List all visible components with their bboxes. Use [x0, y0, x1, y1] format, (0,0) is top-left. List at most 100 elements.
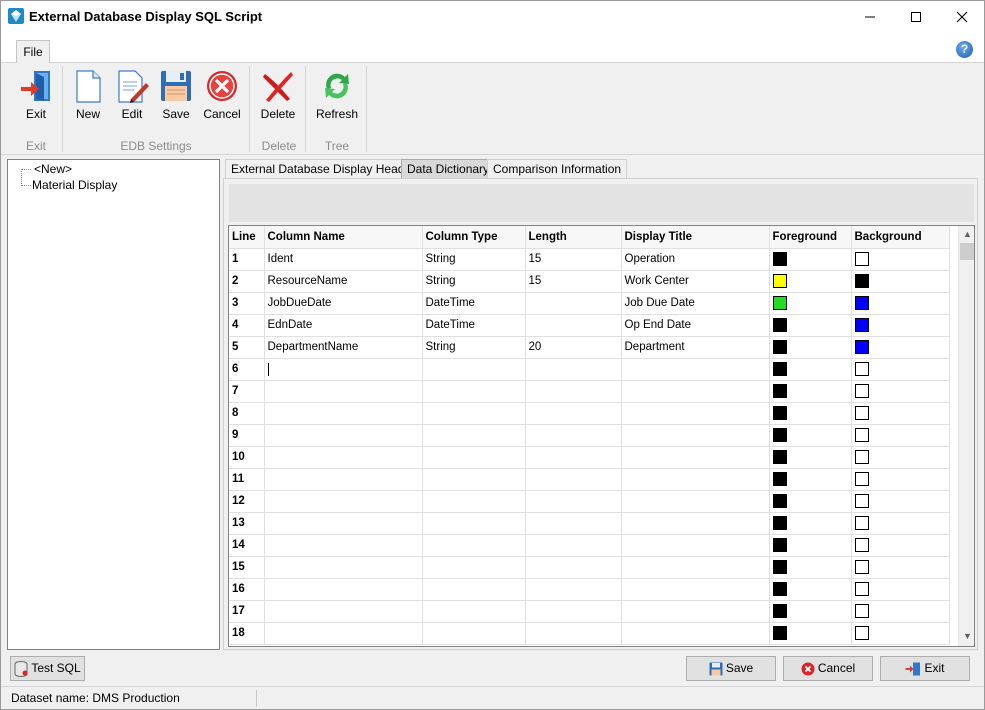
- foreground-swatch[interactable]: [772, 252, 787, 266]
- display-title-cell[interactable]: [621, 578, 770, 601]
- save-button[interactable]: Save: [686, 656, 776, 681]
- tree-item-material-display[interactable]: Material Display: [30, 178, 119, 193]
- background-color-cell[interactable]: [851, 556, 950, 579]
- table-row[interactable]: 10: [229, 446, 950, 469]
- save-ribbon-button[interactable]: Save: [154, 67, 198, 125]
- foreground-color-cell[interactable]: [769, 292, 852, 315]
- column-name-cell[interactable]: [264, 468, 423, 491]
- table-row[interactable]: 14: [229, 534, 950, 557]
- background-color-cell[interactable]: [851, 512, 950, 535]
- foreground-color-cell[interactable]: [769, 490, 852, 513]
- table-row[interactable]: 13: [229, 512, 950, 535]
- header-display-title[interactable]: Display Title: [621, 226, 770, 249]
- table-row[interactable]: 4 EdnDate DateTime Op End Date: [229, 314, 950, 337]
- column-name-cell[interactable]: [264, 622, 423, 645]
- foreground-swatch[interactable]: [772, 384, 787, 398]
- display-title-cell[interactable]: [621, 556, 770, 579]
- background-swatch[interactable]: [854, 384, 869, 398]
- background-color-cell[interactable]: [851, 468, 950, 491]
- table-row[interactable]: 3 JobDueDate DateTime Job Due Date: [229, 292, 950, 315]
- column-type-cell[interactable]: [422, 534, 526, 557]
- foreground-color-cell[interactable]: [769, 270, 852, 293]
- header-column-name[interactable]: Column Name: [264, 226, 423, 249]
- foreground-color-cell[interactable]: [769, 578, 852, 601]
- table-row[interactable]: 7: [229, 380, 950, 403]
- foreground-color-cell[interactable]: [769, 336, 852, 359]
- display-title-cell[interactable]: Work Center: [621, 270, 770, 293]
- display-title-cell[interactable]: Job Due Date: [621, 292, 770, 315]
- background-swatch[interactable]: [854, 340, 869, 354]
- background-color-cell[interactable]: [851, 622, 950, 645]
- foreground-swatch[interactable]: [772, 538, 787, 552]
- display-title-cell[interactable]: [621, 446, 770, 469]
- length-cell[interactable]: [525, 446, 622, 469]
- column-type-cell[interactable]: String: [422, 336, 526, 359]
- foreground-color-cell[interactable]: [769, 380, 852, 403]
- background-swatch[interactable]: [854, 538, 869, 552]
- length-cell[interactable]: [525, 512, 622, 535]
- foreground-swatch[interactable]: [772, 296, 787, 310]
- foreground-swatch[interactable]: [772, 626, 787, 640]
- column-type-cell[interactable]: [422, 622, 526, 645]
- file-tab[interactable]: File: [16, 40, 50, 63]
- background-color-cell[interactable]: [851, 314, 950, 337]
- foreground-swatch[interactable]: [772, 516, 787, 530]
- tree-item-new[interactable]: <New>: [32, 162, 74, 177]
- exit-ribbon-button[interactable]: Exit: [14, 67, 58, 125]
- foreground-swatch[interactable]: [772, 362, 787, 376]
- foreground-color-cell[interactable]: [769, 402, 852, 425]
- data-dictionary-grid[interactable]: Line Column Name Column Type Length Disp…: [228, 225, 975, 647]
- tab-comparison-information[interactable]: Comparison Information: [487, 159, 628, 179]
- foreground-color-cell[interactable]: [769, 468, 852, 491]
- header-line[interactable]: Line: [229, 226, 265, 249]
- table-row[interactable]: 18: [229, 622, 950, 645]
- length-cell[interactable]: [525, 556, 622, 579]
- background-swatch[interactable]: [854, 406, 869, 420]
- table-row[interactable]: 17: [229, 600, 950, 623]
- length-cell[interactable]: [525, 534, 622, 557]
- column-name-cell[interactable]: [264, 578, 423, 601]
- close-window-button[interactable]: [939, 1, 985, 32]
- column-type-cell[interactable]: DateTime: [422, 314, 526, 337]
- background-swatch[interactable]: [854, 582, 869, 596]
- display-title-cell[interactable]: [621, 490, 770, 513]
- background-swatch[interactable]: [854, 252, 869, 266]
- column-name-cell[interactable]: DepartmentName: [264, 336, 423, 359]
- display-title-cell[interactable]: Operation: [621, 248, 770, 271]
- background-color-cell[interactable]: [851, 424, 950, 447]
- background-color-cell[interactable]: [851, 402, 950, 425]
- foreground-color-cell[interactable]: [769, 556, 852, 579]
- column-type-cell[interactable]: [422, 578, 526, 601]
- column-name-cell[interactable]: [264, 358, 423, 381]
- background-color-cell[interactable]: [851, 490, 950, 513]
- table-row[interactable]: 15: [229, 556, 950, 579]
- foreground-swatch[interactable]: [772, 604, 787, 618]
- table-row[interactable]: 16: [229, 578, 950, 601]
- delete-button[interactable]: Delete: [256, 67, 300, 125]
- column-type-cell[interactable]: [422, 424, 526, 447]
- table-row[interactable]: 9: [229, 424, 950, 447]
- column-name-cell[interactable]: JobDueDate: [264, 292, 423, 315]
- table-row[interactable]: 12: [229, 490, 950, 513]
- background-swatch[interactable]: [854, 428, 869, 442]
- length-cell[interactable]: [525, 600, 622, 623]
- background-swatch[interactable]: [854, 450, 869, 464]
- column-type-cell[interactable]: String: [422, 270, 526, 293]
- length-cell[interactable]: 20: [525, 336, 622, 359]
- foreground-color-cell[interactable]: [769, 314, 852, 337]
- column-type-cell[interactable]: [422, 468, 526, 491]
- header-foreground[interactable]: Foreground: [769, 226, 852, 249]
- column-type-cell[interactable]: [422, 358, 526, 381]
- display-title-cell[interactable]: [621, 424, 770, 447]
- refresh-button[interactable]: Refresh: [315, 67, 359, 125]
- display-title-cell[interactable]: [621, 358, 770, 381]
- column-name-cell[interactable]: Ident: [264, 248, 423, 271]
- background-color-cell[interactable]: [851, 600, 950, 623]
- column-type-cell[interactable]: [422, 556, 526, 579]
- grid-vertical-scrollbar[interactable]: ▲ ▼: [958, 226, 974, 646]
- background-swatch[interactable]: [854, 560, 869, 574]
- length-cell[interactable]: 15: [525, 270, 622, 293]
- tab-external-database-display-header[interactable]: External Database Display Header: [225, 159, 422, 179]
- foreground-swatch[interactable]: [772, 428, 787, 442]
- column-name-cell[interactable]: [264, 534, 423, 557]
